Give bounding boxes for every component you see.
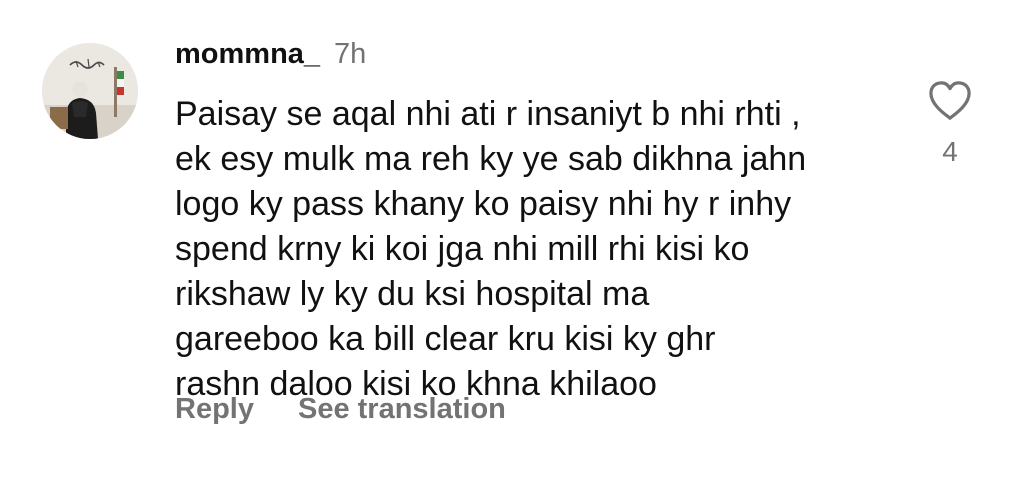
username[interactable]: mommna_ xyxy=(175,38,320,71)
comment-header: mommna_ 7h xyxy=(175,38,366,78)
comment-text: Paisay se aqal nhi ati r insaniyt b nhi … xyxy=(175,92,895,407)
heart-outline-icon[interactable] xyxy=(927,80,973,122)
reply-button[interactable]: Reply xyxy=(175,393,254,426)
comment-text-line: Paisay se aqal nhi ati r insaniyt b nhi … xyxy=(175,95,801,133)
timestamp: 7h xyxy=(334,38,367,70)
like-count: 4 xyxy=(942,136,958,167)
comment-text-line: spend krny ki koi jga nhi mill rhi kisi … xyxy=(175,230,750,268)
comment-item: mommna_ 7h Paisay se aqal nhi ati r insa… xyxy=(0,0,1024,487)
comment-text-line: rikshaw ly ky du ksi hospital ma xyxy=(175,275,650,313)
comment-text-line: logo ky pass khany ko paisy nhi hy r inh… xyxy=(175,185,792,223)
comment-text-line: gareeboo ka bill clear kru kisi ky ghr xyxy=(175,320,716,358)
see-translation-button[interactable]: See translation xyxy=(298,393,506,426)
like-control: 4 xyxy=(926,80,974,168)
profile-photo xyxy=(42,43,138,139)
comment-text-line: ek esy mulk ma reh ky ye sab dikhna jahn xyxy=(175,140,807,178)
comment-actions: Reply See translation xyxy=(175,393,506,426)
avatar[interactable] xyxy=(42,43,138,139)
